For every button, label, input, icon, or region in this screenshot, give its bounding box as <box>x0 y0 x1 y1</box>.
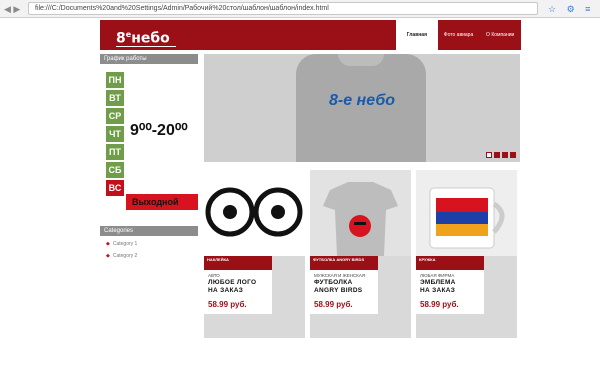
browser-toolbar: ◀ ▶ file:///C:/Documents%20and%20Setting… <box>0 0 600 18</box>
wheels-sticker-image <box>204 170 305 256</box>
product-image <box>204 170 305 256</box>
product-card[interactable]: НАКЛЕЙКА АВТО ЛЮБОЕ ЛОГО НА ЗАКАЗ 58.99 … <box>204 170 305 338</box>
menu-item-about[interactable]: О Компании <box>479 20 521 50</box>
product-card[interactable]: КРУЖКА ЛЮБАЯ ФИРМА ЭМБЛЕМА НА ЗАКАЗ 58.9… <box>416 170 517 338</box>
product-name-line1: ЛЮБОЕ ЛОГО <box>208 279 257 286</box>
day-thu: ЧТ <box>106 126 124 142</box>
angry-birds-shirt-image <box>310 170 411 256</box>
logo-word: небо <box>131 30 170 47</box>
browser-menu-icons[interactable]: ☆ ⚙ ≡ <box>548 3 598 15</box>
day-off-label: Выходной <box>126 194 198 210</box>
working-hours: 9⁰⁰-20⁰⁰ <box>130 122 188 139</box>
product-name-line2: НА ЗАКАЗ <box>208 287 244 294</box>
day-fri: ПТ <box>106 144 124 160</box>
product-price: 58.99 руб. <box>420 300 459 309</box>
banner-slider[interactable]: 8-е небо <box>204 54 520 162</box>
product-price: 58.99 руб. <box>314 300 353 309</box>
sidebar: График работы ПН ВТ СР ЧТ ПТ СБ ВС 9⁰⁰-2… <box>100 54 200 367</box>
site-logo[interactable]: 8eнебо <box>116 23 176 47</box>
logo-number: 8 <box>116 30 126 47</box>
category-label: Category 2 <box>112 253 138 259</box>
product-card[interactable]: ФУТБОЛКА ANGRY BIRDS МУЖСКАЯ И ЖЕНСКАЯ Ф… <box>310 170 411 338</box>
bullet-icon: ◆ <box>106 253 110 259</box>
slider-pagination <box>486 152 516 158</box>
product-info: АВТО ЛЮБОЕ ЛОГО НА ЗАКАЗ 58.99 руб. <box>204 270 272 314</box>
product-name-line1: ЭМБЛЕМА <box>420 279 456 286</box>
category-link-1[interactable]: ◆ Category 1 <box>106 240 196 249</box>
categories-title: Categories <box>100 226 198 236</box>
website: 8eнебо Главная Фото авиара О Компании Гр… <box>100 20 521 367</box>
day-sun: ВС <box>106 180 124 196</box>
day-mon: ПН <box>106 72 124 88</box>
slide-dot[interactable] <box>502 152 508 158</box>
slide-dot[interactable] <box>494 152 500 158</box>
menu-item-home[interactable]: Главная <box>396 20 438 50</box>
main-menu: Главная Фото авиара О Компании <box>396 20 521 50</box>
shirt-logo: 8-е небо <box>328 92 395 109</box>
slide-dot[interactable] <box>510 152 516 158</box>
product-tag: НАКЛЕЙКА <box>204 256 272 270</box>
product-price: 58.99 руб. <box>208 300 247 309</box>
day-wed: СР <box>106 108 124 124</box>
bullet-icon: ◆ <box>106 241 110 247</box>
mug-image <box>416 170 517 256</box>
product-name-line2: НА ЗАКАЗ <box>420 287 456 294</box>
slide-dot[interactable] <box>486 152 492 158</box>
product-tag: КРУЖКА <box>416 256 484 270</box>
category-link-2[interactable]: ◆ Category 2 <box>106 252 196 261</box>
day-sat: СБ <box>106 162 124 178</box>
product-image <box>310 170 411 256</box>
address-bar[interactable]: file:///C:/Documents%20and%20Settings/Ad… <box>28 2 538 15</box>
product-info: МУЖСКАЯ И ЖЕНСКАЯ ФУТБОЛКА ANGRY BIRDS 5… <box>310 270 378 314</box>
category-label: Category 1 <box>112 241 138 247</box>
product-name-line1: ФУТБОЛКА <box>314 279 353 286</box>
tshirt-collar <box>338 54 384 66</box>
back-forward-icons[interactable]: ◀ ▶ <box>4 3 26 15</box>
product-info: ЛЮБАЯ ФИРМА ЭМБЛЕМА НА ЗАКАЗ 58.99 руб. <box>416 270 484 314</box>
schedule-title: График работы <box>100 54 198 64</box>
schedule-block: ПН ВТ СР ЧТ ПТ СБ ВС 9⁰⁰-20⁰⁰ Выходной <box>104 68 198 210</box>
menu-item-photos[interactable]: Фото авиара <box>438 20 480 50</box>
header-bar: 8eнебо Главная Фото авиара О Компании <box>100 20 521 50</box>
product-tag: ФУТБОЛКА ANGRY BIRDS <box>310 256 378 270</box>
product-image <box>416 170 517 256</box>
day-tue: ВТ <box>106 90 124 106</box>
product-name-line2: ANGRY BIRDS <box>314 287 363 294</box>
